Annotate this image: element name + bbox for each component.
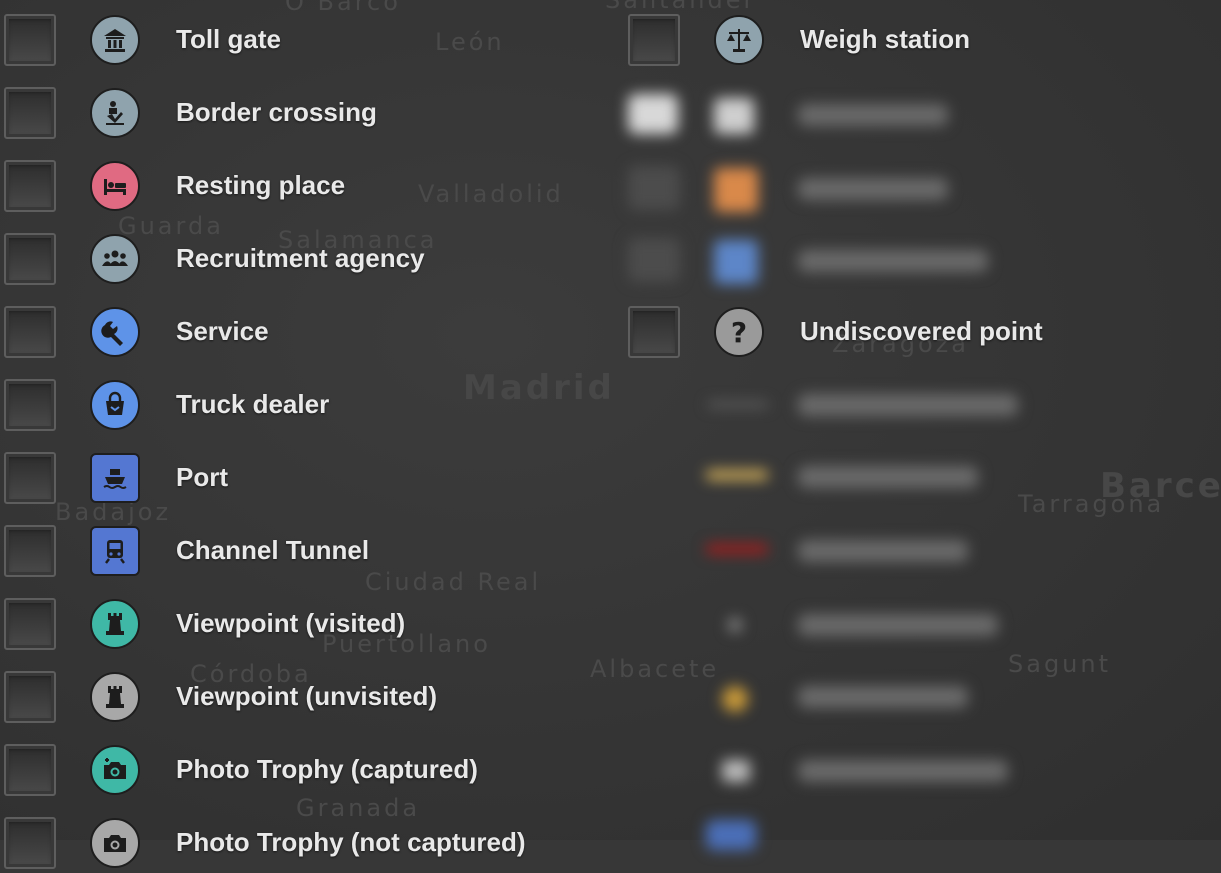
legend-label: Port [176,462,228,492]
legend-label: Undiscovered point [800,316,1043,346]
legend-label: Viewpoint (unvisited) [176,681,437,711]
border-crossing-icon [90,88,140,138]
channel-tunnel-checkbox[interactable] [4,525,56,577]
resting-place-checkbox[interactable] [4,160,56,212]
legend-row-channel-tunnel[interactable]: Channel Tunnel [4,525,604,581]
train-icon [90,526,140,576]
toll-gate-icon [90,15,140,65]
scales-icon [714,15,764,65]
legend-row-viewpoint-visited[interactable]: Viewpoint (visited) [4,598,604,654]
legend-label: Channel Tunnel [176,535,370,565]
port-checkbox[interactable] [4,452,56,504]
tower-icon [90,672,140,722]
tower-icon [90,599,140,649]
undiscovered-point-checkbox[interactable] [628,306,680,358]
photo-trophy-not-captured-checkbox[interactable] [4,817,56,869]
legend-label: Photo Trophy (not captured) [176,827,526,857]
question-mark-glyph: ? [730,315,748,349]
legend-row-truck-dealer[interactable]: Truck dealer [4,379,604,435]
camera-icon [90,818,140,868]
service-checkbox[interactable] [4,306,56,358]
legend-label: Photo Trophy (captured) [176,754,478,784]
blurred-road-legend [690,380,1220,850]
recruitment-agency-checkbox[interactable] [4,233,56,285]
map-label: Santander [605,0,757,14]
legend-row-border-crossing[interactable]: Border crossing [4,87,604,143]
border-crossing-checkbox[interactable] [4,87,56,139]
legend-label: Weigh station [800,24,970,54]
ship-icon [90,453,140,503]
legend-row-port[interactable]: Port [4,452,604,508]
bed-icon [90,161,140,211]
legend-label: Border crossing [176,97,377,127]
legend-row-recruitment-agency[interactable]: Recruitment agency [4,233,604,289]
legend-row-undiscovered-point[interactable]: ? Undiscovered point [628,306,1188,362]
wrench-icon [90,307,140,357]
question-icon: ? [714,307,764,357]
camera-icon [90,745,140,795]
legend-row-service[interactable]: Service [4,306,604,362]
truck-dealer-checkbox[interactable] [4,379,56,431]
photo-trophy-captured-checkbox[interactable] [4,744,56,796]
blurred-legend-rows [620,88,1220,298]
legend-label: Truck dealer [176,389,330,419]
legend-label: Service [176,316,269,346]
legend-label: Resting place [176,170,346,200]
legend-row-photo-trophy-captured[interactable]: Photo Trophy (captured) [4,744,604,800]
toll-gate-checkbox[interactable] [4,14,56,66]
viewpoint-visited-checkbox[interactable] [4,598,56,650]
legend-row-resting-place[interactable]: Resting place [4,160,604,216]
legend-label: Recruitment agency [176,243,425,273]
legend-label: Viewpoint (visited) [176,608,406,638]
legend-row-toll-gate[interactable]: Toll gate [4,14,604,70]
people-icon [90,234,140,284]
legend-row-viewpoint-unvisited[interactable]: Viewpoint (unvisited) [4,671,604,727]
viewpoint-unvisited-checkbox[interactable] [4,671,56,723]
legend-row-photo-trophy-not-captured[interactable]: Photo Trophy (not captured) [4,817,604,873]
legend-label: Toll gate [176,24,281,54]
legend-row-weigh-station[interactable]: Weigh station [628,14,1188,70]
weigh-station-checkbox[interactable] [628,14,680,66]
shopping-bag-icon [90,380,140,430]
